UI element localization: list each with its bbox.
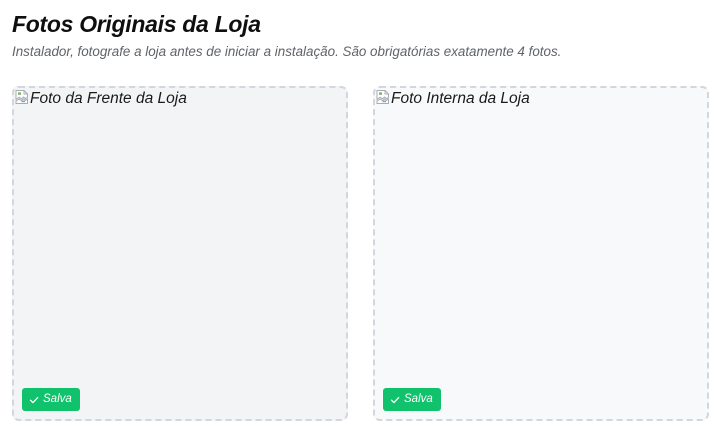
page-subtitle: Instalador, fotografe a loja antes de in… [12, 44, 562, 59]
saved-badge: Salva [22, 388, 80, 411]
saved-badge: Salva [383, 388, 441, 411]
photo-card-front[interactable]: Foto da Frente da Loja Salva [12, 86, 348, 421]
check-icon [390, 395, 400, 405]
check-icon [29, 395, 39, 405]
store-interior-photo-alt: Foto Interna da Loja [391, 90, 530, 107]
photo-section: Fotos Originais da Loja Instalador, foto… [0, 0, 721, 435]
store-front-photo: Foto da Frente da Loja [14, 89, 187, 109]
broken-image-icon [375, 89, 391, 105]
store-front-photo-alt: Foto da Frente da Loja [30, 90, 187, 107]
store-interior-photo: Foto Interna da Loja [375, 89, 530, 109]
saved-badge-label: Salva [43, 393, 72, 405]
photo-grid: Foto da Frente da Loja Salva Foto Intern… [12, 86, 709, 421]
page-title: Fotos Originais da Loja [12, 11, 261, 37]
broken-image-icon [14, 89, 30, 105]
photo-card-interior[interactable]: Foto Interna da Loja Salva [373, 86, 709, 421]
saved-badge-label: Salva [404, 393, 433, 405]
